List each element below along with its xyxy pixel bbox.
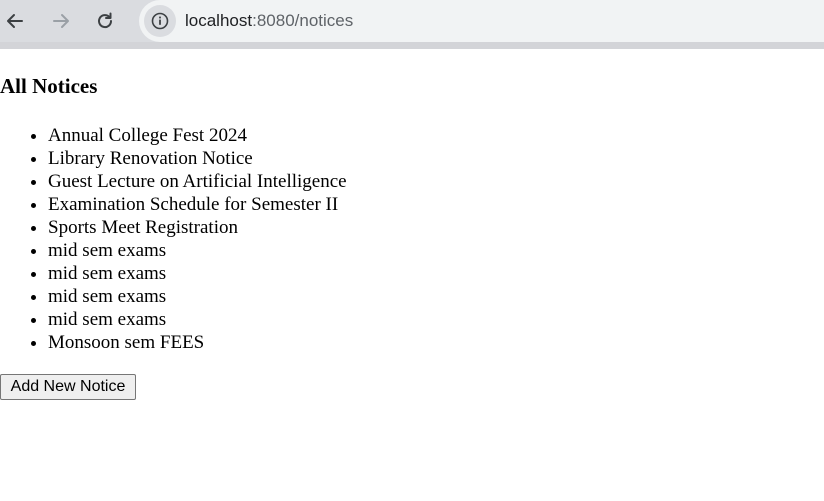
notice-item: Library Renovation Notice xyxy=(48,147,347,170)
site-info-button[interactable] xyxy=(144,5,176,37)
arrow-right-icon xyxy=(53,14,69,28)
notice-item: mid sem exams xyxy=(48,262,347,285)
notice-item: mid sem exams xyxy=(48,308,347,331)
notice-item: Annual College Fest 2024 xyxy=(48,124,347,147)
info-icon xyxy=(151,12,169,30)
back-button[interactable] xyxy=(1,7,29,35)
page-title: All Notices xyxy=(0,74,98,98)
reload-button[interactable] xyxy=(91,7,119,35)
add-notice-button[interactable]: Add New Notice xyxy=(0,374,136,400)
notice-item: Guest Lecture on Artificial Intelligence xyxy=(48,170,347,193)
url-path: :8080/notices xyxy=(252,11,354,30)
notice-item: mid sem exams xyxy=(48,239,347,262)
arrow-left-icon xyxy=(7,14,23,28)
notice-item: Sports Meet Registration xyxy=(48,216,347,239)
url-text[interactable]: localhost:8080/notices xyxy=(185,10,353,32)
browser-toolbar-divider xyxy=(0,42,824,49)
notice-item: Monsoon sem FEES xyxy=(48,331,347,354)
notice-item: mid sem exams xyxy=(48,285,347,308)
forward-button[interactable] xyxy=(47,7,75,35)
notice-item: Examination Schedule for Semester II xyxy=(48,193,347,216)
notice-list: Annual College Fest 2024 Library Renovat… xyxy=(0,124,347,354)
url-host: localhost xyxy=(185,11,253,30)
reload-icon xyxy=(98,12,113,29)
